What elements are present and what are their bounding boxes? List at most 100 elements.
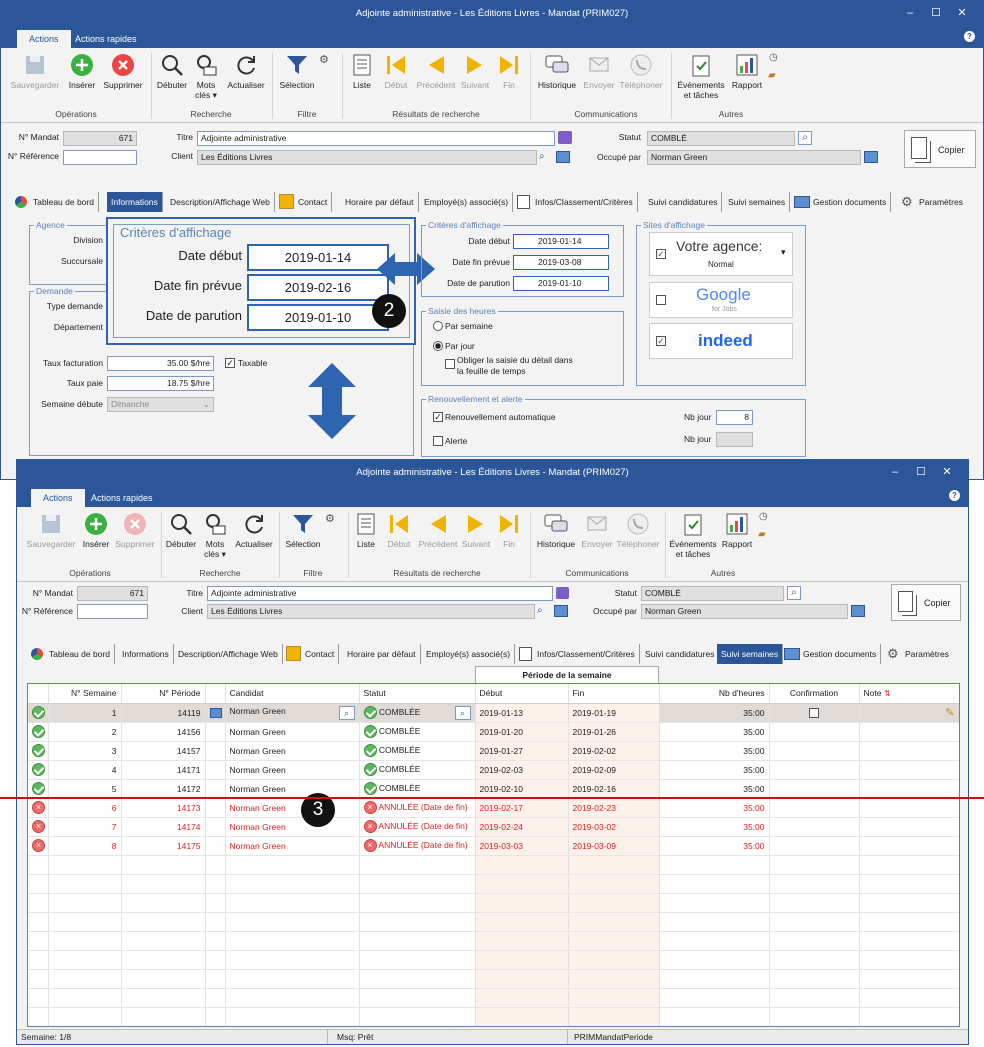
client-field[interactable]: Les Éditions Livres [207,604,535,619]
previous-button[interactable]: Précédent [416,511,460,549]
title-field[interactable]: Adjointe administrative [197,131,555,146]
next-button[interactable]: Suivant [457,52,493,90]
col-semaine[interactable]: N° Semaine [48,684,122,704]
col-fin[interactable]: Fin [568,684,660,704]
insert-button[interactable]: Insérer [77,511,115,549]
tab-informations[interactable]: Informations [107,192,163,212]
end-button[interactable]: Fin [493,52,525,90]
table-row[interactable]: × 8 14175 Norman Green × ANNULÉE (Date de fi… [28,836,959,856]
tab-suivi-candidatures[interactable]: Suivi candidatures [644,192,723,212]
search-icon[interactable]: ⌕ [454,705,471,720]
taux-paie-field[interactable]: 18.75 $/hre [107,376,214,391]
nb-jour-alerte-field[interactable] [716,432,753,447]
save-button[interactable]: Sauvegarder [25,511,77,549]
tab-description[interactable]: Description/Affichage Web [174,644,283,664]
maximize-button[interactable]: ☐ [910,460,932,485]
taux-facturation-field[interactable]: 35.00 $/hre [107,356,214,371]
col-note[interactable]: Note ⇅ [859,684,959,704]
confirmation-checkbox[interactable] [809,707,819,718]
tab-suivi-semaines[interactable]: Suivi semaines [717,644,784,664]
col-heures[interactable]: Nb d'heures [659,684,770,704]
events-button[interactable]: Événements et tâches [667,511,719,559]
open-folder-icon[interactable] [864,151,878,163]
selection-button[interactable]: Sélection [275,52,319,90]
comment-icon[interactable] [558,131,572,144]
nb-jour-field[interactable]: 8 [716,410,753,425]
zoom-date-debut[interactable]: 2019-01-14 [247,244,389,271]
open-folder-icon[interactable] [556,151,570,163]
end-button[interactable]: Fin [493,511,525,549]
table-row[interactable]: 2 14156 Norman Green COMBLÉE 2019-01-20 2019… [28,722,959,742]
delete-button[interactable]: Supprimer [101,52,145,90]
tab-gestion-documents[interactable]: Gestion documents [791,192,892,212]
search-icon[interactable]: ⌕ [798,131,812,145]
tab-infos-classement[interactable]: Infos/Classement/Critères [515,644,640,664]
col-candidat[interactable]: Candidat [225,684,360,704]
maximize-button[interactable]: ☐ [925,1,947,26]
history-button[interactable]: Historique [532,511,580,549]
first-button[interactable]: Début [382,511,416,549]
edit-icon[interactable]: ✎ [945,707,954,719]
keywords-button[interactable]: Mots clés ▾ [191,52,221,100]
table-row[interactable]: 3 14157 Norman Green COMBLÉE 2019-01-27 2019… [28,741,959,761]
insert-button[interactable]: Insérer [63,52,101,90]
history-button[interactable]: Historique [533,52,581,90]
agence-site-option[interactable]: ✓ Votre agence: Normal ▾ [649,232,793,276]
keywords-button[interactable]: Mots clés ▾ [200,511,230,559]
phone-button[interactable]: Téléphoner [613,511,663,549]
col-debut[interactable]: Début [475,684,569,704]
search-icon[interactable]: ⌕ [338,705,355,720]
tab-parametres[interactable]: ⚙ Paramètres [883,644,953,664]
tab-contact[interactable]: Contact [283,644,340,664]
tools-icon[interactable]: ▰ [758,529,766,540]
taxable-checkbox[interactable]: ✓ [225,358,235,368]
table-row[interactable]: 4 14171 Norman Green COMBLÉE 2019-02-03 2019… [28,760,959,780]
tab-actions-rapides[interactable]: Actions rapides [63,30,149,48]
alerte-checkbox[interactable] [433,436,443,446]
tab-actions[interactable]: Actions [31,489,85,507]
tab-suivi-semaines[interactable]: Suivi semaines [724,192,791,212]
clock-icon[interactable]: ◷ [759,511,768,522]
save-button[interactable]: Sauvegarder [9,52,61,90]
table-row[interactable]: × 7 14174 Norman Green × ANNULÉE (Date de fi… [28,817,959,837]
tab-infos-classement[interactable]: Infos/Classement/Critères [513,192,638,212]
copy-button[interactable]: Copier [891,584,961,621]
tab-suivi-candidatures[interactable]: Suivi candidatures [641,644,720,664]
selection-button[interactable]: Sélection [281,511,325,549]
gear-icon[interactable]: ⚙ [319,53,329,66]
semaine-debute-select[interactable]: Dimanche ⌄ [107,397,214,412]
close-button[interactable]: ✕ [936,460,958,485]
list-button[interactable]: Liste [347,52,377,90]
reference-field[interactable] [63,150,137,165]
tab-tableau-de-bord[interactable]: Tableau de bord [11,192,99,212]
title-field[interactable]: Adjointe administrative [207,586,553,601]
col-confirmation[interactable]: Confirmation [769,684,860,704]
send-button[interactable]: Envoyer [581,52,617,90]
tab-horaire[interactable]: Horaire par défaut [343,644,421,664]
obliger-checkbox[interactable] [445,359,455,369]
tab-description[interactable]: Description/Affichage Web [166,192,275,212]
start-search-button[interactable]: Débuter [153,52,191,90]
help-icon[interactable]: ? [949,490,960,501]
tab-horaire[interactable]: Horaire par défaut [341,192,419,212]
gear-icon[interactable]: ⚙ [325,512,335,525]
table-row[interactable]: × 6 14173 Norman Green × ANNULÉE (Date de fi… [28,798,959,818]
par-semaine-radio[interactable] [433,321,443,331]
search-icon[interactable]: ⌕ [539,151,545,162]
previous-button[interactable]: Précédent [414,52,458,90]
next-button[interactable]: Suivant [458,511,494,549]
tab-actions-rapides[interactable]: Actions rapides [79,489,165,507]
tab-tableau-de-bord[interactable]: Tableau de bord [27,644,115,664]
client-field[interactable]: Les Éditions Livres [197,150,537,165]
col-periode[interactable]: N° Période [121,684,206,704]
list-button[interactable]: Liste [351,511,381,549]
indeed-checkbox[interactable]: ✓ [656,336,666,346]
close-button[interactable]: ✕ [951,1,973,26]
renouvellement-checkbox[interactable]: ✓ [433,412,443,422]
reference-field[interactable] [77,604,148,619]
open-folder-icon[interactable] [851,605,865,617]
send-button[interactable]: Envoyer [579,511,615,549]
minimize-button[interactable]: – [899,1,921,26]
delete-button[interactable]: Supprimer [113,511,157,549]
zoom-date-parution[interactable]: 2019-01-10 [247,304,389,331]
